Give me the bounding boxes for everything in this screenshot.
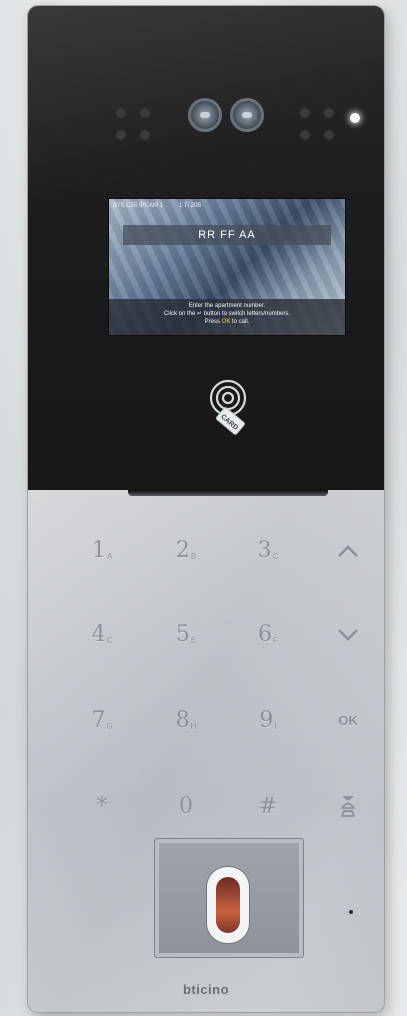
key-letter: E: [190, 636, 197, 645]
led-icon: [140, 130, 150, 140]
key-digit: 9: [259, 708, 274, 733]
apartment-input[interactable]: RR FF AA: [123, 225, 331, 245]
key-digit: 6: [258, 622, 273, 647]
led-icon: [324, 108, 334, 118]
key-down[interactable]: [324, 620, 372, 650]
message-text: Press: [204, 319, 222, 325]
key-hash[interactable]: #: [244, 792, 292, 822]
camera-icon: [230, 98, 264, 132]
key-digit: 7: [91, 708, 106, 733]
microphone-hole-icon: [349, 910, 353, 914]
key-ok[interactable]: OK: [324, 706, 372, 736]
key-4[interactable]: 4C: [78, 620, 126, 650]
key-letter: F: [273, 636, 278, 645]
key-digit: 8: [175, 708, 190, 733]
front-glass-panel: BTS C55 IPCAM 1 1 TI 20B RR FF AA Enter …: [28, 6, 384, 490]
key-digit: 5: [175, 622, 190, 647]
led-icon: [116, 108, 126, 118]
chevron-down-icon: [338, 629, 358, 641]
key-letter: G: [106, 722, 113, 731]
message-line-2: Click on the ↵ button to switch letters/…: [163, 311, 291, 317]
led-icon: [300, 130, 310, 140]
key-letter: C: [106, 636, 113, 645]
fingerprint-sensor-icon[interactable]: [207, 867, 249, 943]
screen-status-bar: BTS C55 IPCAM 1 1 TI 20B: [113, 203, 215, 209]
key-digit: 4: [91, 622, 106, 647]
rfid-card-reader-icon[interactable]: CARD: [202, 376, 256, 436]
key-7[interactable]: 7G: [78, 706, 126, 736]
key-9[interactable]: 9I: [244, 706, 292, 736]
status-device-name: BTS C55 IPCAM 1: [113, 203, 164, 209]
panel-seam: [128, 490, 328, 496]
key-8[interactable]: 8H: [162, 706, 210, 736]
led-icon: [300, 108, 310, 118]
key-digit: 3: [257, 538, 272, 563]
key-letter: A: [106, 552, 113, 561]
instruction-message: Enter the apartment number. Click on the…: [109, 299, 345, 335]
key-concierge[interactable]: [324, 792, 372, 822]
sensor-glass: [216, 877, 240, 933]
led-icon: [116, 130, 126, 140]
key-up[interactable]: [324, 536, 372, 566]
key-letter: H: [190, 722, 197, 731]
key-letter: B: [190, 552, 197, 561]
key-5[interactable]: 5E: [162, 620, 210, 650]
key-digit: 2: [175, 538, 190, 563]
message-line-1: Enter the apartment number.: [188, 303, 266, 309]
chevron-up-icon: [338, 545, 358, 557]
fingerprint-reader[interactable]: [154, 838, 304, 958]
message-line-3: Press OK to call.: [109, 318, 345, 326]
illumination-led-icon: [350, 113, 360, 123]
key-letter: C: [272, 552, 279, 561]
display-screen: BTS C55 IPCAM 1 1 TI 20B RR FF AA Enter …: [108, 198, 346, 336]
message-text: to call.: [230, 319, 250, 325]
entry-panel: BTS C55 IPCAM 1 1 TI 20B RR FF AA Enter …: [28, 6, 384, 1012]
key-1[interactable]: 1A: [78, 536, 126, 566]
status-leds-left: [116, 108, 150, 140]
key-6[interactable]: 6F: [244, 620, 292, 650]
key-3[interactable]: 3C: [244, 536, 292, 566]
status-leds-right: [300, 108, 334, 140]
key-2[interactable]: 2B: [162, 536, 210, 566]
camera-icon: [188, 98, 222, 132]
led-icon: [324, 130, 334, 140]
key-digit: 1: [91, 538, 106, 563]
key-0[interactable]: 0: [162, 792, 210, 822]
concierge-icon: [340, 796, 356, 817]
status-info: 1 TI 20B: [178, 203, 202, 209]
brand-logo: bticino: [182, 982, 230, 997]
key-star[interactable]: *: [78, 792, 126, 822]
led-icon: [140, 108, 150, 118]
key-letter: I: [274, 722, 277, 731]
